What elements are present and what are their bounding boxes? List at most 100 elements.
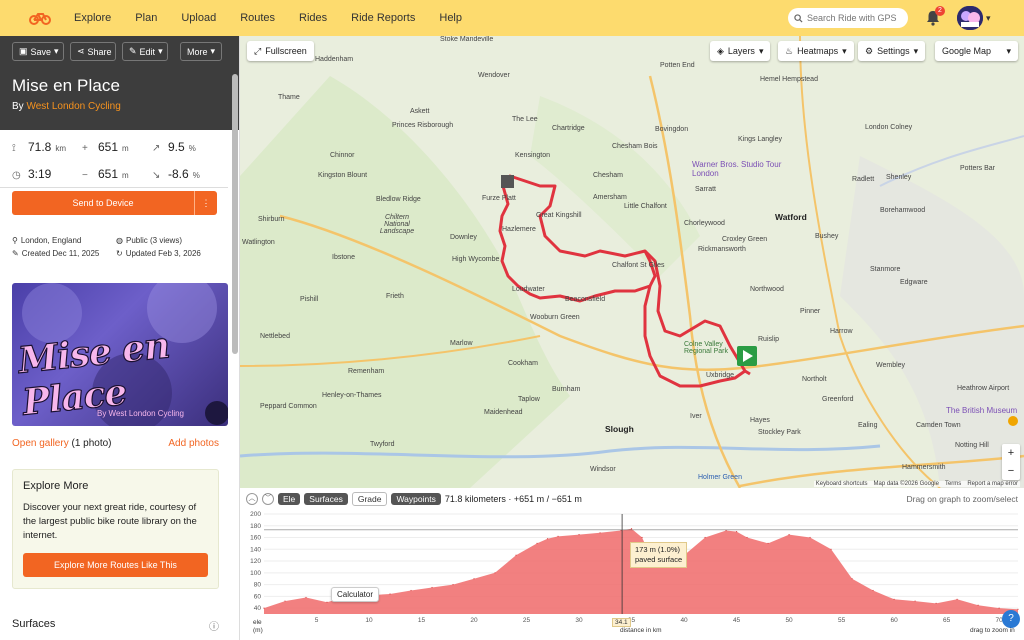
chevron-down-icon: ▾ — [210, 46, 216, 56]
route-title: Mise en Place — [12, 76, 121, 95]
open-gallery-link[interactable]: Open gallery (1 photo) — [12, 438, 112, 449]
basemap-select[interactable]: Google Map ▾ — [935, 41, 1018, 61]
layers-button[interactable]: ◈ Layers ▾ — [710, 41, 771, 61]
save-button[interactable]: ▣ Save ▾ — [12, 42, 64, 61]
kebab-menu-icon[interactable]: ⋮ — [194, 191, 217, 215]
map-place: Stockley Park — [758, 429, 801, 436]
explore-text: Discover your next great ride, courtesy … — [23, 502, 197, 541]
nav-routes[interactable]: Routes — [228, 0, 287, 36]
zoom-controls[interactable]: + − — [1002, 444, 1020, 480]
share-button[interactable]: ⋖ Share — [70, 42, 116, 61]
route-sidebar: ▣ Save ▾ ⋖ Share ✎ Edit ▾ More ▾ Mise en Place… — [0, 36, 240, 640]
zoom-in-button[interactable]: + — [1002, 444, 1020, 462]
map-place: Chiltern National Landscape — [379, 214, 415, 235]
nav-ride-reports[interactable]: Ride Reports — [339, 0, 427, 36]
map-place: Ruislip — [758, 336, 780, 343]
map-place: Frieth — [386, 293, 404, 300]
map-place: Furze Platt — [482, 195, 516, 202]
share-icon: ⋖ — [77, 46, 85, 56]
more-button[interactable]: More ▾ — [180, 42, 222, 61]
minus-icon: − — [82, 169, 88, 181]
elevation-point — [284, 600, 286, 602]
map-place: Chinnor — [330, 152, 355, 159]
edit-button[interactable]: ✎ Edit ▾ — [122, 42, 168, 61]
elevation-point — [746, 536, 748, 539]
settings-button[interactable]: ⚙ Settings ▾ — [858, 41, 926, 61]
nav-plan[interactable]: Plan — [123, 0, 169, 36]
map-poi-studio: Warner Bros. Studio Tour London — [692, 160, 782, 178]
elevation-point — [263, 607, 265, 609]
map-place: Shirburn — [258, 216, 285, 223]
send-to-device-button[interactable]: Send to Device ⋮ — [12, 191, 217, 215]
map-place: Kings Langley — [738, 136, 782, 143]
elevation-point — [515, 554, 517, 556]
nav-rides[interactable]: Rides — [287, 0, 339, 36]
sidebar-scrollbar[interactable] — [232, 74, 238, 354]
x-tick-label: 20 — [470, 617, 478, 624]
stat-max-grade: ↗ 9.5% — [152, 140, 196, 154]
elevation-point — [872, 589, 874, 592]
y-tick-label: 120 — [250, 558, 261, 565]
explore-routes-button[interactable]: Explore More Routes Like This — [23, 553, 208, 577]
zoom-out-button[interactable]: − — [1002, 462, 1020, 480]
explore-more-card: Explore More Discover your next great ri… — [12, 469, 219, 589]
fullscreen-button[interactable]: ⤢ Fullscreen — [247, 41, 314, 61]
map-place: Potten End — [660, 62, 695, 69]
map-place: Askett — [410, 108, 430, 115]
elevation-point — [956, 598, 958, 600]
notification-badge: 2 — [935, 6, 945, 16]
heatmaps-button[interactable]: ♨ Heatmaps ▾ — [778, 41, 854, 61]
map-place: Twyford — [370, 441, 395, 448]
map-place: Shenley — [886, 174, 912, 181]
search-input[interactable] — [807, 13, 903, 23]
stat-min-grade: ↘ -8.6% — [152, 166, 200, 181]
organization-link[interactable]: West London Cycling — [26, 101, 120, 112]
gear-icon: ⚙ — [865, 45, 874, 56]
map-place: Loudwater — [512, 286, 545, 293]
route-map[interactable]: ⤢ Fullscreen ◈ Layers ▾ ♨ Heatmaps ▾ ⚙ Setting… — [240, 36, 1024, 488]
map-pin-icon: ⚲ — [12, 236, 18, 245]
elevation-point — [735, 531, 738, 533]
map-place: Chalfont St Giles — [612, 262, 665, 269]
help-icon[interactable]: ? — [1002, 610, 1020, 628]
stat-elevation-gain: +651 m — [82, 140, 129, 154]
elevation-point — [809, 536, 811, 539]
map-place: Croxley Green — [722, 236, 768, 243]
map-place: Uxbridge — [706, 372, 735, 379]
route-stats: ⟟ 71.8 km +651 m ↗ 9.5% ◷ 3:19 −651 m ↘ -8.6% — [0, 130, 228, 188]
avatar[interactable] — [957, 6, 983, 30]
start-marker — [501, 175, 514, 188]
elevation-point — [431, 586, 433, 589]
y-tick-label: 140 — [250, 546, 261, 553]
elevation-point — [977, 604, 979, 606]
nav-upload[interactable]: Upload — [169, 0, 228, 36]
x-tick-label: 10 — [365, 617, 373, 624]
nav-help[interactable]: Help — [427, 0, 474, 36]
elevation-point — [788, 533, 790, 536]
stat-time: ◷ 3:19 — [12, 166, 52, 181]
info-icon[interactable]: ⓘ — [209, 618, 219, 633]
globe-icon: ◍ — [116, 236, 123, 245]
logo-bicycle-icon[interactable] — [22, 0, 58, 36]
map-place: Borehamwood — [880, 207, 926, 214]
chevron-down-icon[interactable]: ▾ — [986, 13, 991, 24]
route-byline: By West London Cycling — [12, 101, 121, 112]
elevation-point — [630, 528, 633, 530]
elevation-point — [851, 578, 853, 580]
arrow-up-right-icon: ↗ — [152, 143, 161, 154]
y-tick-label: 60 — [254, 593, 262, 600]
map-place: The Lee — [512, 116, 538, 123]
map-place: Colne Valley Regional Park — [684, 341, 728, 355]
map-place: Thame — [278, 94, 300, 101]
add-photos-link[interactable]: Add photos — [168, 438, 219, 449]
x-tick-label: 55 — [838, 617, 846, 624]
map-place: Wembley — [876, 362, 906, 369]
map-place: Hammersmith — [902, 464, 946, 471]
calculator-button[interactable]: Calculator — [331, 587, 380, 602]
map-place: High Wycombe — [452, 256, 500, 263]
cover-photo[interactable]: Mise en Place By West London Cycling — [12, 283, 228, 426]
nav-explore[interactable]: Explore — [62, 0, 123, 36]
map-place: Wendover — [478, 72, 510, 79]
elevation-point — [1017, 608, 1019, 610]
search-box[interactable] — [788, 8, 908, 28]
